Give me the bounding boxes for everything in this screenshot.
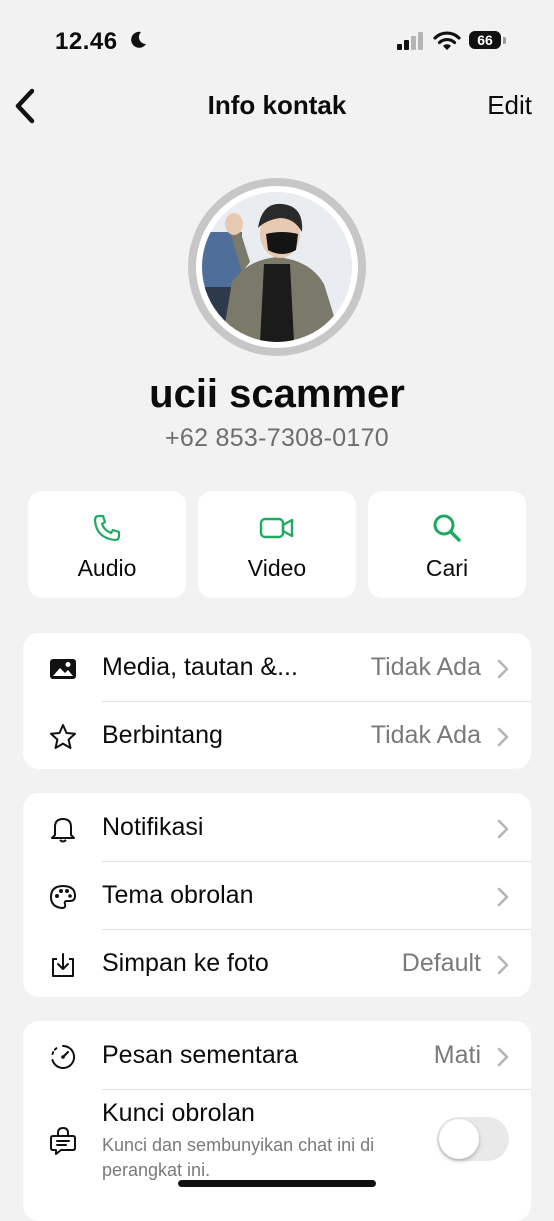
chevron-right-icon bbox=[497, 659, 509, 679]
save-to-photos-label: Simpan ke foto bbox=[102, 949, 269, 977]
save-to-photos-value: Default bbox=[401, 949, 481, 977]
star-icon bbox=[50, 724, 76, 749]
page-title: Info kontak bbox=[207, 90, 347, 120]
chat-theme-row[interactable]: Tema obrolan bbox=[23, 861, 531, 929]
battery-level: 66 bbox=[469, 31, 501, 49]
video-icon bbox=[259, 517, 294, 539]
home-indicator[interactable] bbox=[178, 1180, 376, 1187]
chat-lock-row: Kunci obrolan Kunci dan sembunyikan chat… bbox=[23, 1089, 531, 1189]
status-time: 12.46 bbox=[55, 28, 118, 55]
signal-icon bbox=[397, 32, 423, 50]
privacy-group: Pesan sementara Mati Kunci obrolan Kunci… bbox=[23, 1021, 531, 1221]
media-group: Media, tautan &... Tidak Ada Berbintang … bbox=[23, 633, 531, 769]
toggle-knob bbox=[439, 1119, 479, 1159]
save-to-photos-row[interactable]: Simpan ke foto Default bbox=[23, 929, 531, 997]
starred-row[interactable]: Berbintang Tidak Ada bbox=[23, 701, 531, 769]
chevron-right-icon bbox=[497, 1047, 509, 1067]
disappearing-messages-row[interactable]: Pesan sementara Mati bbox=[23, 1021, 531, 1089]
audio-label: Audio bbox=[77, 555, 137, 581]
profile-photo bbox=[202, 192, 352, 342]
starred-value: Tidak Ada bbox=[370, 721, 481, 749]
disappearing-messages-value: Mati bbox=[433, 1041, 481, 1069]
notifications-row[interactable]: Notifikasi bbox=[23, 793, 531, 861]
image-icon bbox=[50, 659, 76, 679]
chevron-right-icon bbox=[497, 955, 509, 975]
avatar[interactable] bbox=[188, 178, 366, 356]
search-label: Cari bbox=[425, 555, 469, 581]
bell-icon bbox=[51, 818, 75, 843]
media-links-docs-row[interactable]: Media, tautan &... Tidak Ada bbox=[23, 633, 531, 701]
search-icon bbox=[433, 514, 461, 542]
settings-group: Notifikasi Tema obrolan Simpan ke foto D… bbox=[23, 793, 531, 997]
chat-lock-toggle[interactable] bbox=[437, 1117, 509, 1161]
contact-phone: +62 853-7308-0170 bbox=[164, 424, 390, 452]
edit-button[interactable]: Edit bbox=[487, 90, 532, 121]
chevron-right-icon bbox=[497, 819, 509, 839]
chevron-right-icon bbox=[497, 727, 509, 747]
chat-lock-label: Kunci obrolan bbox=[102, 1099, 255, 1127]
media-label: Media, tautan &... bbox=[102, 653, 298, 681]
contact-name: ucii scammer bbox=[149, 372, 405, 416]
phone-icon bbox=[93, 514, 121, 542]
starred-label: Berbintang bbox=[102, 721, 223, 749]
chat-theme-label: Tema obrolan bbox=[102, 881, 254, 909]
notifications-label: Notifikasi bbox=[102, 813, 204, 841]
chat-lock-description: Kunci dan sembunyikan chat ini di perang… bbox=[102, 1135, 375, 1180]
video-label: Video bbox=[247, 555, 307, 581]
save-download-icon bbox=[52, 953, 74, 977]
timer-icon bbox=[51, 1044, 76, 1069]
wifi-icon bbox=[433, 31, 461, 50]
video-call-button[interactable]: Video bbox=[198, 491, 356, 598]
audio-call-button[interactable]: Audio bbox=[28, 491, 186, 598]
chevron-right-icon bbox=[497, 887, 509, 907]
palette-icon bbox=[50, 885, 76, 909]
chat-lock-icon bbox=[50, 1127, 76, 1155]
disappearing-messages-label: Pesan sementara bbox=[102, 1041, 298, 1069]
battery-icon: 66 bbox=[469, 31, 509, 51]
moon-icon bbox=[131, 31, 146, 48]
search-button[interactable]: Cari bbox=[368, 491, 526, 598]
media-value: Tidak Ada bbox=[370, 653, 481, 681]
